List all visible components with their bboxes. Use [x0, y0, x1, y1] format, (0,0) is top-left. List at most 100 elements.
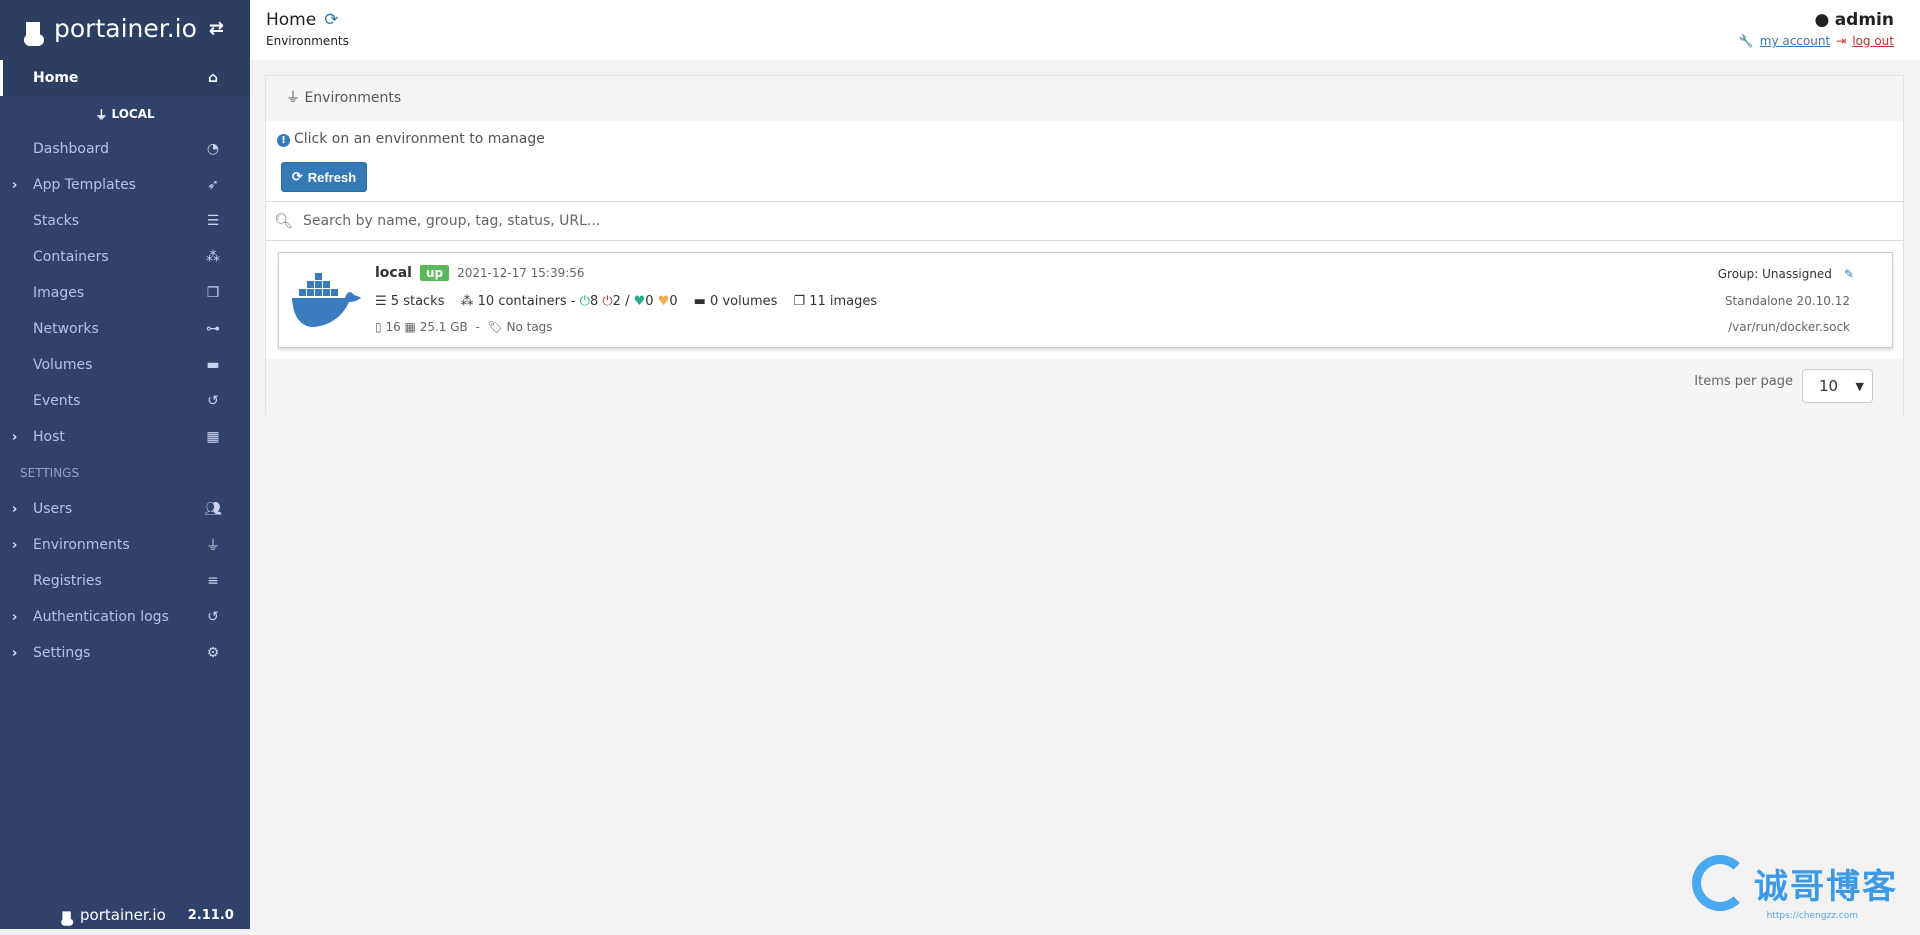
history-icon: ↺ [207, 609, 219, 625]
page-title-text: Home [266, 10, 317, 30]
stopped-count: 2 / [612, 294, 630, 309]
environment-name: LOCAL [111, 107, 155, 121]
exclamation-circle-icon: ! [277, 134, 290, 147]
items-per-page-value: 10 [1819, 377, 1839, 395]
search-icon: 🔍︎ [274, 212, 294, 230]
page-title: Home ⟳ [266, 10, 338, 30]
tachometer-icon: ◔ [206, 141, 220, 157]
sidebar-item-label: Environments [33, 537, 130, 553]
footer-logo-text: portainer.io [80, 906, 166, 924]
user-info: ● admin [1814, 10, 1894, 30]
sign-out-icon: ⇥ [1836, 34, 1847, 48]
items-per-page-select[interactable]: 10 ▼ [1802, 369, 1873, 403]
sidebar-item-stacks[interactable]: Stacks ☰ [0, 203, 250, 239]
top-bar: Home ⟳ Environments ● admin 🔧 my account ⇥ l… [250, 0, 1920, 60]
sidebar-item-registries[interactable]: Registries ≡ [0, 563, 250, 599]
tags-icon: 🏷︎ [487, 320, 503, 334]
sidebar-footer: portainer.io 2.11.0 [56, 895, 234, 935]
healthy-count: 0 [645, 294, 654, 309]
info-text: Click on an environment to manage [294, 131, 545, 147]
sidebar-environment-label: ⏚ LOCAL [0, 96, 250, 132]
images-count: ❐ 11 images [793, 294, 877, 309]
sidebar-item-authentication-logs[interactable]: › Authentication logs ↺ [0, 599, 250, 635]
refresh-icon: ⟳ [291, 169, 303, 184]
chevron-right-icon: › [12, 501, 18, 517]
chevron-right-icon: › [12, 177, 18, 193]
sidebar-item-label: Events [33, 393, 81, 409]
environment-type: Standalone 20.10.12 [1724, 294, 1850, 308]
logo-text: portainer.io [54, 13, 197, 43]
sidebar-item-host[interactable]: › Host ▦ [0, 419, 250, 455]
heartbeat-icon: ♥ [633, 294, 646, 309]
sidebar-item-settings[interactable]: › Settings ⚙ [0, 635, 250, 671]
home-icon: ⌂ [207, 70, 219, 86]
sidebar-item-home[interactable]: Home ⌂ [0, 60, 250, 96]
info-message: ! Click on an environment to manage [277, 131, 545, 147]
sidebar-item-label: Home [33, 70, 79, 86]
refresh-label: Refresh [307, 169, 357, 185]
rocket-icon: ➶ [207, 177, 219, 193]
panel-title: Environments [304, 90, 402, 106]
cpu-count: 16 [385, 320, 401, 334]
sidebar-item-networks[interactable]: Networks ⊶ [0, 311, 250, 347]
sidebar-item-volumes[interactable]: Volumes ▬ [0, 347, 250, 383]
watermark-text: 诚哥博客 [1754, 866, 1898, 907]
portainer-logo-icon [61, 903, 77, 927]
sidebar-item-label: Stacks [33, 213, 80, 229]
settings-section-header: SETTINGS [20, 466, 80, 480]
th-icon: ▦ [206, 429, 220, 445]
log-out-link[interactable]: log out [1852, 34, 1894, 48]
environments-panel: ⏚ Environments ! Click on an environment … [265, 75, 1904, 415]
unhealthy-count: 0 [669, 294, 678, 309]
search-input[interactable] [303, 213, 1770, 229]
sidebar-item-images[interactable]: Images ❐ [0, 275, 250, 311]
sidebar-item-containers[interactable]: Containers ⁂ [0, 239, 250, 275]
sidebar-item-label: Settings [33, 645, 91, 661]
refresh-button[interactable]: ⟳ Refresh [281, 162, 367, 192]
refresh-icon[interactable]: ⟳ [324, 10, 338, 30]
chevron-down-icon: ▼ [1855, 379, 1864, 393]
hdd-icon: ▬ [206, 357, 220, 373]
sidebar-item-label: Networks [33, 321, 99, 337]
users-icon: 👥︎ [204, 501, 222, 517]
plug-icon: ⏚ [95, 107, 112, 122]
panel-footer: Items per page 10 ▼ [266, 359, 1903, 415]
portainer-logo-icon [24, 8, 50, 48]
docker-whale-icon [292, 273, 361, 327]
watermark-c-icon [1692, 855, 1748, 911]
sidebar-toggle-icon[interactable]: ⇄ [209, 18, 224, 39]
database-icon: ≡ [207, 573, 219, 589]
panel-header: ⏚ Environments [266, 76, 1903, 121]
cubes-icon: ⁂ [460, 294, 478, 309]
sidebar-item-label: Host [33, 429, 65, 445]
chevron-right-icon: › [12, 429, 18, 445]
my-account-link[interactable]: my account [1760, 34, 1830, 48]
images-text: 11 images [809, 294, 878, 309]
sidebar-item-label: Containers [33, 249, 109, 265]
sidebar-item-label: Authentication logs [33, 609, 169, 625]
th-list-icon: ☰ [375, 294, 391, 309]
cpu-icon: ▯ [375, 320, 382, 334]
volumes-text: 0 volumes [710, 294, 778, 309]
sidebar-item-dashboard[interactable]: Dashboard ◔ [0, 131, 250, 167]
sidebar-header: portainer.io ⇄ [0, 0, 250, 60]
history-icon: ↺ [207, 393, 219, 409]
sidebar-item-app-templates[interactable]: › App Templates ➶ [0, 167, 250, 203]
plug-icon: ⏚ [206, 538, 220, 554]
plug-icon: ⏚ [286, 90, 305, 106]
containers-text: 10 containers - [477, 294, 576, 309]
volumes-count: ▬ 0 volumes [694, 294, 778, 309]
portainer-logo[interactable]: portainer.io [24, 8, 197, 48]
sidebar-item-label: Images [33, 285, 85, 301]
group-label: Group: Unassigned [1717, 267, 1832, 281]
breadcrumb: Environments [266, 34, 349, 48]
sidebar-item-events[interactable]: Events ↺ [0, 383, 250, 419]
status-badge: up [419, 265, 450, 281]
sidebar-item-users[interactable]: › Users 👥︎ [0, 491, 250, 527]
pencil-edit-icon[interactable]: ✎ [1844, 267, 1854, 281]
environment-item[interactable]: local up 2021-12-17 15:39:56 ☰ 5 stacks ⁂ … [278, 252, 1893, 348]
sidebar-item-environments[interactable]: › Environments ⏚ [0, 527, 250, 563]
power-running-icon: ⏻ [579, 294, 590, 309]
chevron-right-icon: › [12, 537, 18, 553]
memory-size: 25.1 GB [419, 320, 468, 334]
